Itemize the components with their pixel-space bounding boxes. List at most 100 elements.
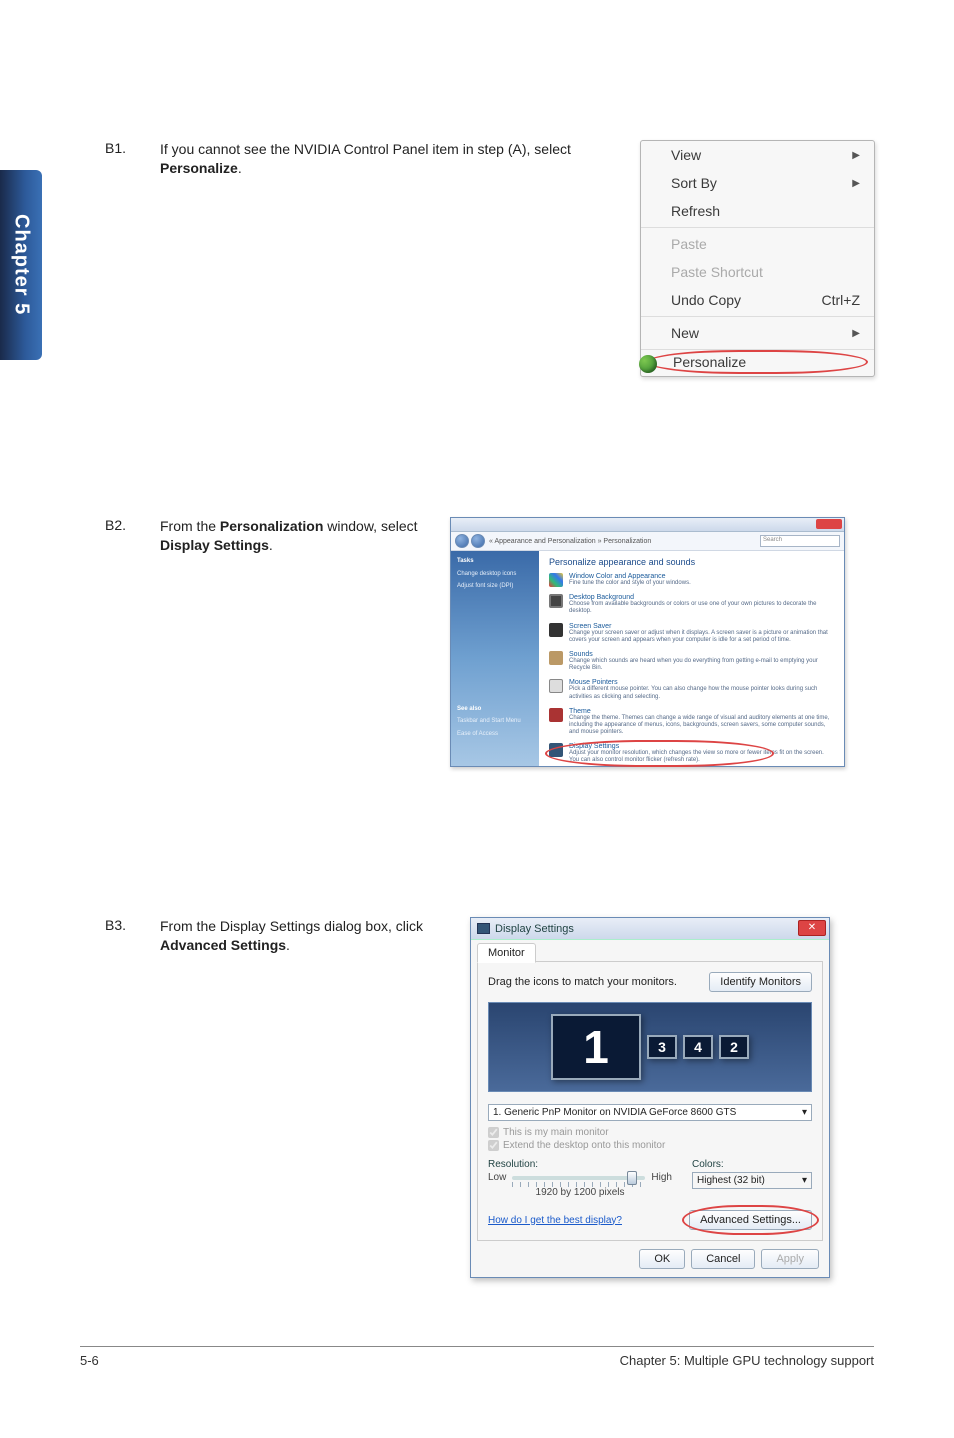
step-b1-text-bold: Personalize (160, 160, 238, 176)
step-b1-image: View ▶ Sort By ▶ Refresh Paste Paste Sho… (640, 140, 875, 377)
ctx-new-label: New (671, 325, 699, 341)
ok-button[interactable]: OK (639, 1249, 685, 1269)
step-b3-post: . (286, 937, 290, 953)
step-b1-text-post: . (238, 160, 242, 176)
pers-item-title: Sounds (569, 651, 834, 658)
resolution-value: 1920 by 1200 pixels (488, 1187, 672, 1198)
ctx-view[interactable]: View ▶ (641, 141, 874, 169)
pers-item-title: Desktop Background (569, 594, 834, 601)
ctx-personalize-label: Personalize (673, 354, 746, 370)
pers-item-sounds[interactable]: SoundsChange which sounds are heard when… (549, 651, 834, 672)
pers-item-screensaver[interactable]: Screen SaverChange your screen saver or … (549, 623, 834, 644)
display-icon (549, 743, 563, 757)
search-input[interactable]: Search (760, 535, 840, 547)
res-low-label: Low (488, 1172, 506, 1183)
tab-monitor[interactable]: Monitor (477, 943, 536, 963)
pers-item-mouse[interactable]: Mouse PointersPick a different mouse poi… (549, 679, 834, 700)
identify-monitors-button[interactable]: Identify Monitors (709, 972, 812, 992)
chk-main-monitor: This is my main monitor (488, 1127, 812, 1138)
resolution-label: Resolution: (488, 1159, 672, 1170)
ctx-refresh[interactable]: Refresh (641, 197, 874, 225)
sidebar-link-taskbar[interactable]: Taskbar and Start Menu (457, 717, 533, 727)
context-menu: View ▶ Sort By ▶ Refresh Paste Paste Sho… (640, 140, 875, 377)
sidebar-link-dpi[interactable]: Adjust font size (DPI) (457, 582, 533, 592)
pers-item-title: Display Settings (569, 743, 834, 750)
help-link[interactable]: How do I get the best display? (488, 1215, 622, 1226)
pers-item-window-color[interactable]: Window Color and AppearanceFine tune the… (549, 573, 834, 587)
pers-titlebar (451, 518, 844, 532)
step-b1: B1. If you cannot see the NVIDIA Control… (105, 140, 875, 377)
pers-item-theme[interactable]: ThemeChange the theme. Themes can change… (549, 708, 834, 737)
colors-select[interactable]: Highest (32 bit) ▾ (692, 1172, 812, 1189)
sidebar-link-icons[interactable]: Change desktop icons (457, 570, 533, 580)
monitor-3[interactable]: 3 (647, 1035, 677, 1059)
ctx-sortby-label: Sort By (671, 175, 717, 191)
pers-item-desc: Pick a different mouse pointer. You can … (569, 686, 834, 700)
ds-titlebar: Display Settings ✕ (471, 918, 829, 940)
ctx-undo-shortcut: Ctrl+Z (822, 292, 861, 308)
forward-icon[interactable] (471, 534, 485, 548)
pers-item-desc: Change the theme. Themes can change a wi… (569, 715, 834, 737)
step-b3: B3. From the Display Settings dialog box… (105, 917, 875, 1278)
monitor-select[interactable]: 1. Generic PnP Monitor on NVIDIA GeForce… (488, 1104, 812, 1121)
ctx-separator (641, 227, 874, 228)
ctx-undo-label: Undo Copy (671, 292, 741, 308)
step-b2-post: . (269, 537, 273, 553)
apply-button: Apply (761, 1249, 819, 1269)
slider-thumb[interactable] (627, 1171, 637, 1185)
ctx-view-label: View (671, 147, 701, 163)
resolution-slider[interactable] (512, 1176, 645, 1180)
monitor-1[interactable]: 1 (551, 1014, 641, 1080)
chk-main-monitor-box (488, 1127, 499, 1138)
step-b2-bold2: Display Settings (160, 537, 269, 553)
pers-item-title: Mouse Pointers (569, 679, 834, 686)
pers-item-desktop-bg[interactable]: Desktop BackgroundChoose from available … (549, 594, 834, 615)
monitor-arrangement[interactable]: 1 3 4 2 (488, 1002, 812, 1092)
submenu-arrow-icon: ▶ (852, 178, 860, 189)
chevron-down-icon: ▾ (802, 1107, 807, 1118)
highlight-circle (682, 1205, 819, 1235)
pers-main: Personalize appearance and sounds Window… (539, 551, 844, 766)
submenu-arrow-icon: ▶ (852, 328, 860, 339)
personalization-window: « Appearance and Personalization » Perso… (450, 517, 845, 767)
sidebar-link-ease[interactable]: Ease of Access (457, 730, 533, 740)
step-b2: B2. From the Personalization window, sel… (105, 517, 875, 767)
ctx-paste-label: Paste (671, 236, 707, 252)
ctx-refresh-label: Refresh (671, 203, 720, 219)
chapter-tab: Chapter 5 (0, 170, 42, 360)
ctx-paste-shortcut-label: Paste Shortcut (671, 264, 763, 280)
step-b2-number: B2. (105, 517, 140, 767)
monitor-4[interactable]: 4 (683, 1035, 713, 1059)
ctx-personalize[interactable]: Personalize (647, 350, 868, 374)
close-icon[interactable]: ✕ (798, 920, 826, 936)
screensaver-icon (549, 623, 563, 637)
ctx-new[interactable]: New ▶ (641, 319, 874, 347)
step-b2-pre: From the (160, 518, 220, 534)
nav-buttons (455, 534, 485, 548)
ds-title: Display Settings (495, 923, 574, 935)
ctx-paste: Paste (641, 230, 874, 258)
step-b2-text: From the Personalization window, select … (160, 517, 430, 767)
ctx-undo-copy[interactable]: Undo Copy Ctrl+Z (641, 286, 874, 314)
sounds-icon (549, 651, 563, 665)
advanced-settings-button[interactable]: Advanced Settings... (689, 1210, 812, 1230)
ctx-sort-by[interactable]: Sort By ▶ (641, 169, 874, 197)
back-icon[interactable] (455, 534, 469, 548)
monitor-2[interactable]: 2 (719, 1035, 749, 1059)
step-b2-image: « Appearance and Personalization » Perso… (450, 517, 845, 767)
chk-extend-label: Extend the desktop onto this monitor (503, 1140, 665, 1151)
step-b1-text: If you cannot see the NVIDIA Control Pan… (160, 140, 620, 377)
monitor-select-value: 1. Generic PnP Monitor on NVIDIA GeForce… (493, 1107, 736, 1118)
breadcrumb[interactable]: « Appearance and Personalization » Perso… (489, 538, 651, 545)
colors-label: Colors: (692, 1159, 812, 1170)
step-b3-image: Display Settings ✕ Monitor Drag the icon… (470, 917, 830, 1278)
pers-item-desc: Adjust your monitor resolution, which ch… (569, 750, 834, 764)
step-b3-pre: From the Display Settings dialog box, cl… (160, 918, 423, 934)
pers-item-desc: Change which sounds are heard when you d… (569, 658, 834, 672)
cancel-button[interactable]: Cancel (691, 1249, 755, 1269)
desktop-bg-icon (549, 594, 563, 608)
close-icon[interactable] (816, 519, 842, 529)
footer-chapter-title: Chapter 5: Multiple GPU technology suppo… (620, 1353, 874, 1368)
pers-item-display-settings[interactable]: Display SettingsAdjust your monitor reso… (549, 743, 834, 764)
step-b3-number: B3. (105, 917, 140, 1278)
